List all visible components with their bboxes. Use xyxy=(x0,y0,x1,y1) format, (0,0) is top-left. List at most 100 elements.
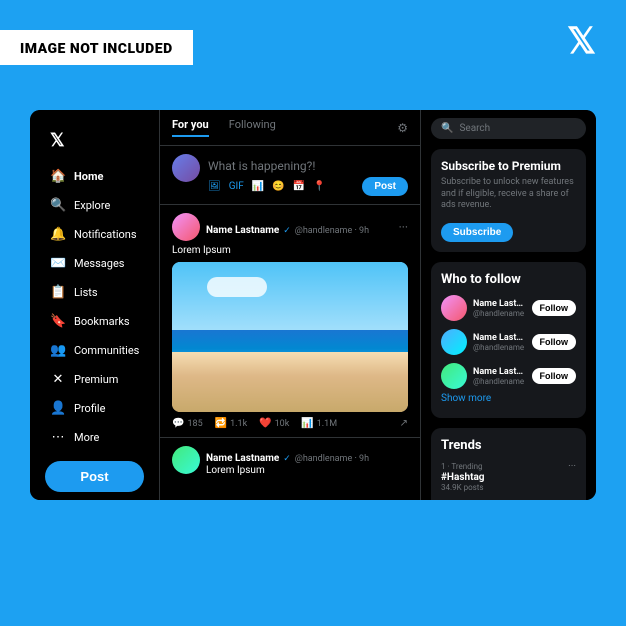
tweet-2-text: Lorem Ipsum xyxy=(206,465,369,476)
settings-icon[interactable]: ⚙ xyxy=(397,121,408,135)
tweet-1-text: Lorem Ipsum xyxy=(172,245,408,256)
beach-cloud xyxy=(207,277,267,297)
follow-handle-2: @handlename xyxy=(473,343,526,352)
tweet-2-header: Name Lastname ✓ @handlename · 9h xyxy=(206,446,369,465)
compose-post-button[interactable]: Post xyxy=(362,177,408,196)
views-count: 1.1M xyxy=(317,419,337,429)
follow-avatar-1 xyxy=(441,295,467,321)
follow-button-1[interactable]: Follow xyxy=(532,300,577,316)
user-avatar xyxy=(172,154,200,182)
gif-compose-icon[interactable]: GIF xyxy=(229,181,244,192)
tweet-2-content: Name Lastname ✓ @handlename · 9h Lorem I… xyxy=(206,446,369,482)
search-box[interactable]: 🔍 Search xyxy=(431,118,586,139)
right-panel: 🔍 Search Subscribe to Premium Subscribe … xyxy=(421,110,596,500)
who-to-follow-card: Who to follow Name Lastname ✓ @handlenam… xyxy=(431,262,586,418)
tweet-1-user-info: Name Lastname ✓ @handlename · 9h xyxy=(206,218,393,237)
tweet-2-verified: ✓ xyxy=(283,454,291,464)
tweet-views-action[interactable]: 📊 1.1M xyxy=(301,418,337,429)
follow-name-2: Name Lastname ✓ xyxy=(473,333,526,343)
sidebar-item-explore[interactable]: 🔍 Explore xyxy=(40,192,149,219)
more-icon: ⋯ xyxy=(50,430,66,445)
sidebar-label-notifications: Notifications xyxy=(74,228,137,241)
profile-icon: 👤 xyxy=(50,401,66,416)
tweet-1: Name Lastname ✓ @handlename · 9h ··· Lor… xyxy=(160,205,420,438)
sidebar-label-premium: Premium xyxy=(74,373,118,386)
search-placeholder: Search xyxy=(459,123,490,134)
follow-button-2[interactable]: Follow xyxy=(532,334,577,350)
share-icon: ↗ xyxy=(400,418,408,429)
follow-info-1: Name Lastname ✓ @handlename xyxy=(473,299,526,318)
x-logo-top-right: 𝕏 xyxy=(567,20,596,62)
tweet-like-action[interactable]: ❤️ 10k xyxy=(259,418,289,429)
image-compose-icon[interactable]: 🖼 xyxy=(208,181,221,192)
post-button[interactable]: Post xyxy=(45,461,143,492)
sidebar-label-home: Home xyxy=(74,170,103,183)
sidebar-label-explore: Explore xyxy=(74,199,110,212)
follow-handle-1: @handlename xyxy=(473,309,526,318)
sidebar-logo: 𝕏 xyxy=(40,125,149,156)
sidebar: 𝕏 🏠 Home 🔍 Explore 🔔 Notifications ✉️ Me… xyxy=(30,110,160,500)
follow-item-1: Name Lastname ✓ @handlename Follow xyxy=(441,295,576,321)
tweet-2-avatar xyxy=(172,446,200,474)
sidebar-item-home[interactable]: 🏠 Home xyxy=(40,163,149,190)
tweet-1-header: Name Lastname ✓ @handlename · 9h ··· xyxy=(172,213,408,241)
twitter-ui: 𝕏 🏠 Home 🔍 Explore 🔔 Notifications ✉️ Me… xyxy=(30,110,596,500)
trend-name-1[interactable]: #Hashtag xyxy=(441,472,576,483)
show-more-link[interactable]: Show more xyxy=(441,393,576,408)
tweet-share-action[interactable]: ↗ xyxy=(400,418,408,429)
tweet-compose: What is happening?! 🖼 GIF 📊 😊 📅 📍 Post xyxy=(160,146,420,205)
poll-compose-icon[interactable]: 📊 xyxy=(252,181,264,192)
tweet-reply-action[interactable]: 💬 185 xyxy=(172,418,203,429)
follow-item-2: Name Lastname ✓ @handlename Follow xyxy=(441,329,576,355)
tweet-retweet-action[interactable]: 🔁 1.1k xyxy=(215,418,248,429)
sidebar-item-more[interactable]: ⋯ More xyxy=(40,424,149,451)
tab-for-you[interactable]: For you xyxy=(172,118,209,137)
feed-tabs: For you Following xyxy=(172,118,276,137)
sidebar-item-messages[interactable]: ✉️ Messages xyxy=(40,250,149,277)
reply-icon: 💬 xyxy=(172,418,184,429)
retweet-icon: 🔁 xyxy=(215,418,227,429)
tweet-1-actions: 💬 185 🔁 1.1k ❤️ 10k 📊 1.1M ↗ xyxy=(172,418,408,429)
sidebar-label-bookmarks: Bookmarks xyxy=(74,315,130,328)
trend-category-1: 1 · Trending xyxy=(441,462,483,471)
trend-meta-1: 1 · Trending ··· xyxy=(441,461,576,472)
sidebar-label-communities: Communities xyxy=(74,344,139,357)
communities-icon: 👥 xyxy=(50,343,66,358)
follow-button-3[interactable]: Follow xyxy=(532,368,577,384)
sidebar-item-lists[interactable]: 📋 Lists xyxy=(40,279,149,306)
sidebar-item-notifications[interactable]: 🔔 Notifications xyxy=(40,221,149,248)
premium-description: Subscribe to unlock new features and if … xyxy=(441,177,576,212)
subscribe-button[interactable]: Subscribe xyxy=(441,223,513,242)
image-not-included-banner: IMAGE NOT INCLUDED xyxy=(0,30,193,65)
sidebar-label-lists: Lists xyxy=(74,286,98,299)
explore-icon: 🔍 xyxy=(50,198,66,213)
tweet-1-more-icon[interactable]: ··· xyxy=(399,220,408,234)
sidebar-item-bookmarks[interactable]: 🔖 Bookmarks xyxy=(40,308,149,335)
follow-name-1: Name Lastname ✓ xyxy=(473,299,526,309)
follow-name-3: Name Lastname ✓ xyxy=(473,367,526,377)
trend-more-1[interactable]: ··· xyxy=(568,461,576,472)
sidebar-item-profile[interactable]: 👤 Profile xyxy=(40,395,149,422)
sidebar-label-more: More xyxy=(74,431,99,444)
emoji-compose-icon[interactable]: 😊 xyxy=(272,181,284,192)
home-icon: 🏠 xyxy=(50,169,66,184)
like-icon: ❤️ xyxy=(259,418,271,429)
main-feed: For you Following ⚙ What is happening?! … xyxy=(160,110,421,500)
sidebar-label-profile: Profile xyxy=(74,402,105,415)
verified-icon: ✓ xyxy=(283,226,291,236)
sidebar-item-premium[interactable]: ✕ Premium xyxy=(40,366,149,393)
schedule-compose-icon[interactable]: 📅 xyxy=(293,181,305,192)
trends-title: Trends xyxy=(441,438,576,453)
retweet-count: 1.1k xyxy=(230,419,247,429)
trends-card: Trends 1 · Trending ··· #Hashtag 34.9K p… xyxy=(431,428,586,500)
sidebar-item-communities[interactable]: 👥 Communities xyxy=(40,337,149,364)
banner-text: IMAGE NOT INCLUDED xyxy=(20,41,173,57)
bookmarks-icon: 🔖 xyxy=(50,314,66,329)
location-compose-icon[interactable]: 📍 xyxy=(313,181,325,192)
compose-placeholder[interactable]: What is happening?! xyxy=(208,154,408,173)
premium-title: Subscribe to Premium xyxy=(441,159,576,173)
follow-info-2: Name Lastname ✓ @handlename xyxy=(473,333,526,352)
tweet-1-name: Name Lastname ✓ @handlename · 9h xyxy=(206,218,393,237)
who-to-follow-title: Who to follow xyxy=(441,272,576,287)
tab-following[interactable]: Following xyxy=(229,118,276,137)
